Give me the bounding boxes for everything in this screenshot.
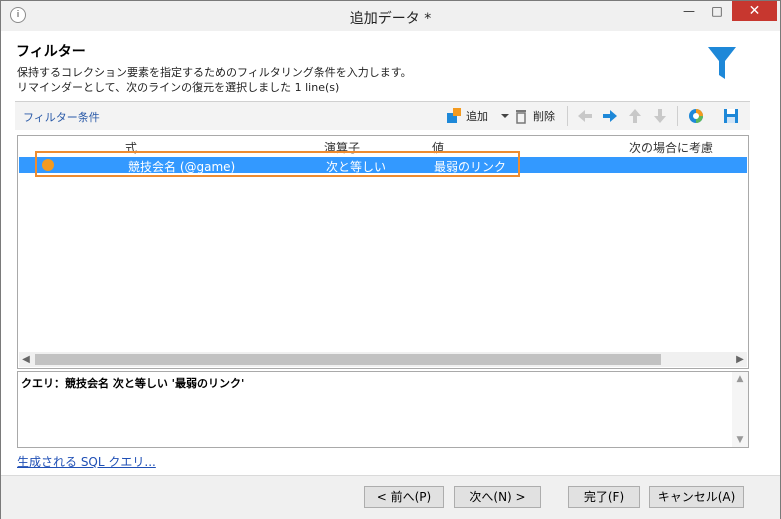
column-header-consider-if[interactable]: 次の場合に考慮	[629, 139, 713, 156]
minimize-button[interactable]: —	[676, 1, 702, 21]
funnel-icon	[708, 47, 736, 79]
generated-sql-link[interactable]: 生成される SQL クエリ...	[17, 453, 156, 470]
horizontal-scrollbar[interactable]: ◀ ▶	[19, 352, 747, 367]
maximize-button[interactable]: □	[704, 1, 730, 21]
finish-button[interactable]: 完了(F)	[568, 486, 640, 508]
add-condition-icon[interactable]	[445, 107, 463, 125]
filter-conditions-label: フィルター条件	[23, 111, 100, 124]
row-highlight-frame	[35, 151, 520, 177]
dialog-footer: < 前へ(P) 次へ(N) > 完了(F) キャンセル(A)	[1, 475, 780, 519]
vertical-scrollbar[interactable]: ▲ ▼	[732, 372, 748, 447]
scroll-right-icon[interactable]: ▶	[733, 352, 747, 367]
scrollbar-thumb[interactable]	[35, 354, 661, 365]
query-preview: クエリ：競技会名 次と等しい '最弱のリンク' ▲ ▼	[17, 371, 749, 448]
arrow-right-icon[interactable]	[601, 107, 619, 125]
page-description-line1: 保持するコレクション要素を指定するためのフィルタリング条件を入力します。	[17, 66, 412, 79]
window-title: 追加データ *	[349, 11, 432, 27]
scroll-down-icon[interactable]: ▼	[732, 433, 748, 447]
toolbar-separator	[567, 106, 568, 126]
cancel-button[interactable]: キャンセル(A)	[649, 486, 744, 508]
arrow-down-icon[interactable]	[651, 107, 669, 125]
page-description-line2: リマインダーとして、次のラインの復元を選択しました 1 line(s)	[17, 81, 340, 94]
arrow-left-icon[interactable]	[576, 107, 594, 125]
toolbar-separator	[677, 106, 678, 126]
scroll-left-icon[interactable]: ◀	[19, 352, 33, 367]
page-header: フィルター 保持するコレクション要素を指定するためのフィルタリング条件を入力しま…	[1, 31, 780, 99]
trash-icon[interactable]	[512, 107, 530, 125]
pie-chart-icon[interactable]	[687, 107, 705, 125]
close-button[interactable]: ✕	[732, 1, 777, 21]
query-text: クエリ：競技会名 次と等しい '最弱のリンク'	[21, 377, 245, 390]
title-bar[interactable]: i 追加データ * — □ ✕	[1, 1, 780, 31]
arrow-up-icon[interactable]	[626, 107, 644, 125]
save-icon[interactable]	[722, 107, 740, 125]
back-button[interactable]: < 前へ(P)	[364, 486, 444, 508]
filter-toolbar: フィルター条件 追加 削除	[15, 102, 750, 130]
dialog-window: i 追加データ * — □ ✕ フィルター 保持するコレクション要素を指定するた…	[0, 0, 781, 519]
add-button[interactable]: 追加	[466, 108, 488, 124]
page-title: フィルター	[16, 44, 86, 60]
scroll-up-icon[interactable]: ▲	[732, 372, 748, 386]
delete-button[interactable]: 削除	[533, 108, 555, 124]
next-button[interactable]: 次へ(N) >	[454, 486, 541, 508]
